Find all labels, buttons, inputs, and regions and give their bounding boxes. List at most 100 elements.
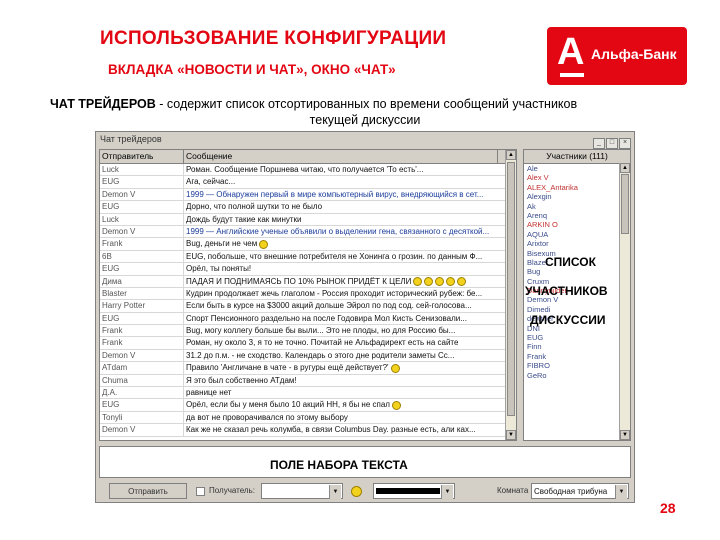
users-header: Участники (111) xyxy=(524,150,630,164)
desc-line2: текущей дискуссии xyxy=(309,113,421,127)
table-row[interactable]: Luck Роман. Сообщение Поршнева читаю, что… xyxy=(100,164,516,177)
users-note-2: УЧАСТНИКОВ xyxy=(525,284,608,298)
window-controls: _ □ × xyxy=(592,134,631,149)
message-sender: Blaster xyxy=(100,287,184,300)
channel-select[interactable]: Свободная трибуна ▼ xyxy=(531,483,629,499)
alfa-bank-logo: А Альфа-Банк xyxy=(547,27,687,85)
message-sender: EUG xyxy=(100,201,184,213)
message-sender: Demon V xyxy=(100,349,184,362)
messages-header: Отправитель Сообщение xyxy=(100,150,516,164)
color-select[interactable]: ▼ xyxy=(373,483,455,499)
desc-bold: ЧАТ ТРЕЙДЕРОВ xyxy=(50,97,156,111)
chevron-down-icon: ▼ xyxy=(329,485,341,499)
chevron-down-icon: ▼ xyxy=(441,485,453,499)
table-row[interactable]: Д.А. равнице нет xyxy=(100,387,516,400)
smiley-icon xyxy=(424,276,434,286)
table-row[interactable]: EUG Спорт Пенсионного раздельно на после … xyxy=(100,312,516,326)
table-row[interactable]: Demon V 1999 — Английские ученые объявили… xyxy=(100,225,516,239)
message-sender: EUG xyxy=(100,263,184,275)
scroll-up-icon[interactable]: ▲ xyxy=(506,150,516,160)
message-text: 1999 — Обнаружен первый в мире компьютер… xyxy=(186,189,484,199)
table-row[interactable]: Demon V 31.2 до п.м. - не сходство. Кален… xyxy=(100,349,516,363)
list-item[interactable]: EUG xyxy=(524,333,630,342)
channel-label: Комната xyxy=(497,486,529,495)
list-item[interactable]: Finn xyxy=(524,342,630,351)
smiley-icon xyxy=(390,363,400,373)
list-item[interactable]: Alexgin xyxy=(524,192,630,201)
message-text: Роман. Сообщение Поршнева читаю, что пол… xyxy=(186,165,424,174)
table-row[interactable]: EUG Орёл, ты поняты! xyxy=(100,263,516,276)
message-sender: Demon V xyxy=(100,424,184,436)
table-row[interactable]: Frank Роман, ну около 3, я то не точно. П… xyxy=(100,337,516,350)
users-scrollbar[interactable]: ▲ ▼ xyxy=(619,163,630,440)
table-row[interactable]: Chuma Я это был собственно АТдам! xyxy=(100,374,516,388)
table-row[interactable]: Blaster Кудрин продолжает жечь глаголом -… xyxy=(100,287,516,301)
table-row[interactable]: Demon V 1999 — Обнаружен первый в мире ко… xyxy=(100,188,516,202)
message-text: ПАДАЯ И ПОДНИМАЯСЬ ПО 10% РЫНОК ПРИДЁТ К… xyxy=(184,276,498,287)
message-sender: Harry Potter xyxy=(100,300,184,312)
message-sender: EUG xyxy=(100,176,184,188)
list-item[interactable]: Ak xyxy=(524,202,630,211)
scroll-down-icon[interactable]: ▼ xyxy=(506,430,516,440)
table-row[interactable]: Frank Bug, могу коллегу больше бы выли...… xyxy=(100,325,516,338)
col-message-header[interactable]: Сообщение xyxy=(184,150,498,163)
smiley-icon xyxy=(446,276,456,286)
chat-toolbar: Отправить Получатель: ▼ ▼ Комната Свобод… xyxy=(99,481,631,501)
messages-list: Luck Роман. Сообщение Поршнева читаю, что… xyxy=(100,164,516,437)
smiley-icon xyxy=(435,276,445,286)
messages-scrollbar[interactable]: ▲ ▼ xyxy=(505,150,516,440)
list-item[interactable]: Frank xyxy=(524,352,630,361)
color-swatch xyxy=(376,488,440,494)
table-row[interactable]: Дима ПАДАЯ И ПОДНИМАЯСЬ ПО 10% РЫНОК ПРИД… xyxy=(100,275,516,288)
list-item[interactable]: Arixtor xyxy=(524,239,630,248)
send-button[interactable]: Отправить xyxy=(109,483,187,499)
list-item[interactable]: ARKIN O xyxy=(524,220,630,229)
table-row[interactable]: Tonyli да вот не проворачивался по этому … xyxy=(100,411,516,425)
users-scroll-up-icon[interactable]: ▲ xyxy=(620,163,630,173)
list-item[interactable]: AQUA xyxy=(524,230,630,239)
table-row[interactable]: 6B EUG, побольше, что внешние потребителя… xyxy=(100,250,516,264)
message-sender: ATdam xyxy=(100,362,184,374)
close-icon[interactable]: × xyxy=(619,138,631,149)
table-row[interactable]: EUG Ага, сейчас... xyxy=(100,176,516,189)
list-item[interactable]: Ale xyxy=(524,164,630,173)
messages-grid: Отправитель Сообщение Luck Роман. Сообщен… xyxy=(99,149,517,441)
message-text: 1999 — Английские ученые объявили о выде… xyxy=(186,226,490,236)
slide-description: ЧАТ ТРЕЙДЕРОВ - содержит список отсортир… xyxy=(50,96,680,128)
list-item[interactable]: GeRo xyxy=(524,371,630,380)
smiley-icon xyxy=(413,276,423,286)
table-row[interactable]: Luck Дождь будут такие как минутки xyxy=(100,213,516,226)
list-item[interactable]: ALEX_Antarika xyxy=(524,183,630,192)
table-row[interactable]: Harry Potter Если быть в курсе на $3000 а… xyxy=(100,300,516,313)
recipient-select[interactable]: ▼ xyxy=(261,483,343,499)
table-row[interactable]: Demon V Как же не сказал речь колумба, в … xyxy=(100,424,516,437)
message-text: Правило 'Англичане в чате - в ругуры ещё… xyxy=(184,362,498,373)
scroll-thumb[interactable] xyxy=(507,162,515,416)
smiley-icon[interactable] xyxy=(351,486,362,497)
users-scroll-down-icon[interactable]: ▼ xyxy=(620,430,630,440)
message-sender: Demon V xyxy=(100,225,184,238)
message-sender: Frank xyxy=(100,337,184,349)
list-item[interactable]: Alex V xyxy=(524,173,630,182)
message-text: Ага, сейчас... xyxy=(186,177,236,187)
list-item[interactable]: Arenq xyxy=(524,211,630,220)
chat-window-title-text: Чат трейдеров xyxy=(100,134,162,144)
table-row[interactable]: EUG Дорно, что полной шутки то не было xyxy=(100,201,516,214)
message-text: да вот не проворачивался по этому выбору xyxy=(186,412,348,422)
smiley-icon xyxy=(457,276,467,286)
table-row[interactable]: Frank Bug, деньги не чем xyxy=(100,238,516,251)
recipient-checkbox[interactable] xyxy=(196,487,205,496)
logo-bar xyxy=(560,73,584,77)
message-sender: Дима xyxy=(100,275,184,287)
message-text: Спорт Пенсионного раздельно на после Год… xyxy=(186,313,467,323)
col-sender-header[interactable]: Отправитель xyxy=(100,150,184,163)
minimize-icon[interactable]: _ xyxy=(593,138,605,149)
maximize-icon[interactable]: □ xyxy=(606,138,618,149)
message-text: Орёл, ты поняты! xyxy=(186,264,252,274)
list-item[interactable]: FIBRO xyxy=(524,361,630,370)
table-row[interactable]: EUG Орёл, если бы у меня было 10 акций НН… xyxy=(100,399,516,412)
message-text: 31.2 до п.м. - не сходство. Календарь о … xyxy=(186,350,455,360)
table-row[interactable]: ATdam Правило 'Англичане в чате - в ругур… xyxy=(100,362,516,375)
users-scroll-thumb[interactable] xyxy=(621,174,629,234)
chat-window-title: Чат трейдеров _ □ × xyxy=(96,132,634,149)
